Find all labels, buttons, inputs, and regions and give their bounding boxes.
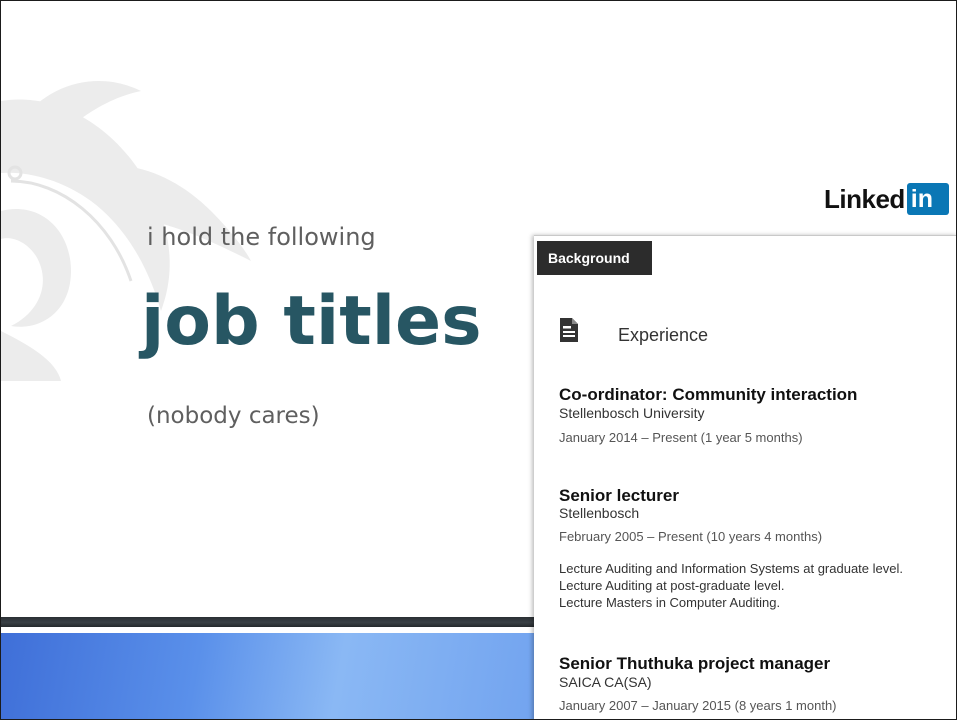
slide-subtitle: i hold the following [147,223,376,251]
dark-band [1,617,561,627]
slide-title: job titles [141,282,482,361]
section-experience-label: Experience [618,325,709,345]
job-company[interactable]: SAICA CA(SA) [559,674,652,690]
document-icon [560,318,578,342]
linkedin-logo-box: in [906,183,949,215]
job-description-line: Lecture Auditing and Information Systems… [559,561,903,576]
tab-background[interactable]: Background [537,241,652,275]
job-dates: January 2014 – Present (1 year 5 months) [559,430,803,445]
job-company[interactable]: Stellenbosch University [559,405,705,421]
job-description-line: Lecture Auditing at post-graduate level. [559,578,785,593]
linkedin-logo: Linked in [824,182,949,216]
linkedin-logo-text: Linked [824,183,905,214]
profile-background-panel: Background Experience Co-ordinator: Comm… [534,235,956,719]
slide-note: (nobody cares) [147,403,320,429]
job-title[interactable]: Senior Thuthuka project manager [559,654,830,674]
job-description-line: Lecture Masters in Computer Auditing. [559,595,781,610]
job-dates: January 2007 – January 2015 (8 years 1 m… [559,698,837,713]
blue-banner [1,633,561,719]
job-title[interactable]: Senior lecturer [559,486,679,506]
job-dates: February 2005 – Present (10 years 4 mont… [559,529,823,544]
slide: i hold the following job titles (nobody … [0,0,957,720]
job-title[interactable]: Co-ordinator: Community interaction [559,385,857,405]
job-company[interactable]: Stellenbosch [559,505,639,521]
